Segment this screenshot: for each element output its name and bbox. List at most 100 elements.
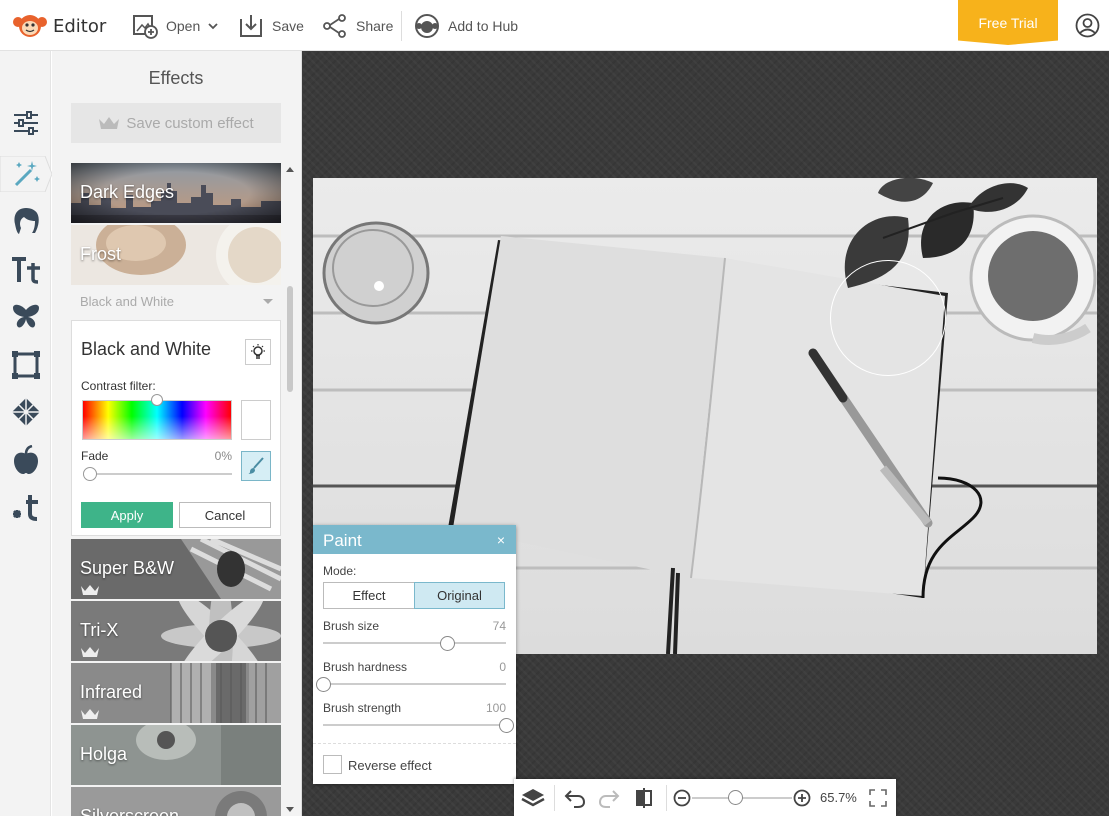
paint-brush-button[interactable] (241, 451, 271, 481)
effect-thumb-label: Infrared (80, 682, 143, 702)
effects-panel: Effects Save custom effect Dark Edges Fr… (52, 51, 302, 816)
brush-strength-value: 100 (485, 701, 506, 715)
toolbar-divider (401, 11, 402, 41)
effect-thumb-dark-edges[interactable]: Dark Edges (71, 163, 281, 223)
lightbulb-icon (251, 344, 265, 359)
category-label: Black and White (80, 294, 174, 309)
reverse-effect-label[interactable]: Reverse effect (348, 758, 432, 773)
brush-hardness-track[interactable] (323, 683, 506, 685)
reverse-effect-checkbox[interactable] (323, 755, 342, 774)
toolbar-divider (666, 785, 667, 811)
crown-icon (99, 117, 120, 129)
effect-thumb-label: Tri-X (80, 620, 119, 640)
paint-panel-title: Paint (323, 531, 362, 550)
paint-panel-header[interactable]: Paint × (313, 525, 516, 554)
fade-slider-track[interactable] (86, 473, 232, 475)
frame-icon (12, 351, 40, 379)
save-button[interactable]: Save (238, 12, 304, 40)
toolbar-divider (554, 785, 555, 811)
zoom-level: 65.7% (820, 790, 857, 805)
effect-thumb-label: Holga (80, 744, 128, 764)
scroll-thumb[interactable] (287, 286, 293, 392)
effect-thumb-infrared[interactable]: Infrared (71, 663, 281, 723)
rail-textures[interactable] (10, 396, 42, 428)
brush-size-handle[interactable] (440, 636, 456, 651)
chevron-down-icon (208, 23, 218, 30)
rail-touch-up[interactable] (10, 205, 42, 237)
zoom-slider-handle[interactable] (728, 790, 743, 805)
redo-button[interactable] (597, 786, 621, 810)
brush-strength-track[interactable] (323, 724, 506, 726)
undo-button[interactable] (563, 786, 587, 810)
rail-adjustments[interactable] (10, 107, 42, 139)
add-to-hub-button[interactable]: Add to Hub (414, 12, 518, 40)
bottom-toolbar: 65.7% (514, 779, 896, 816)
compare-button[interactable] (632, 786, 656, 810)
paintbrush-icon (248, 457, 264, 474)
share-button[interactable]: Share (322, 12, 393, 40)
apply-button[interactable]: Apply (81, 502, 173, 528)
premium-crown-icon (81, 647, 99, 657)
account-icon[interactable] (1075, 13, 1100, 38)
contrast-color-swatch[interactable] (241, 400, 271, 440)
effects-scrollbar[interactable] (285, 163, 295, 816)
effect-info-button[interactable] (245, 339, 271, 365)
effect-thumb-label: Silverscreen (80, 806, 180, 816)
effect-thumb-label: Frost (80, 244, 122, 264)
textures-icon (12, 398, 40, 426)
fade-slider-handle[interactable] (83, 467, 97, 481)
brush-size-track[interactable] (323, 642, 506, 644)
contrast-color-spectrum[interactable] (82, 400, 232, 440)
save-custom-effect-button[interactable]: Save custom effect (71, 103, 281, 143)
effect-thumb-tri-x[interactable]: Tri-X (71, 601, 281, 661)
effect-thumb-frost[interactable]: Frost (71, 225, 281, 285)
tool-rail (0, 51, 52, 816)
layers-button[interactable] (521, 786, 545, 810)
active-effect-title: Black and White (81, 339, 212, 359)
paint-panel: Paint × Mode: Effect Original Brush size… (313, 525, 516, 784)
rail-graphics[interactable] (10, 301, 42, 333)
rail-text[interactable] (10, 254, 42, 286)
contrast-color-handle[interactable] (151, 394, 163, 406)
zoom-out-icon (673, 789, 691, 807)
rail-effects[interactable] (10, 157, 42, 189)
paint-divider (313, 743, 516, 744)
open-image-icon (133, 15, 158, 39)
zoom-out-button[interactable] (670, 786, 694, 810)
brush-strength-handle[interactable] (499, 718, 514, 733)
rail-seasonal[interactable] (10, 444, 42, 476)
add-to-hub-label: Add to Hub (448, 18, 519, 34)
free-trial-button[interactable]: Free Trial (958, 0, 1058, 45)
save-custom-effect-label: Save custom effect (126, 114, 254, 132)
cancel-button[interactable]: Cancel (179, 502, 271, 528)
effect-thumb-label: Super B&W (80, 558, 175, 578)
fade-value: 0% (214, 449, 232, 463)
active-effect-card: Black and White Contrast filter: Fade 0% (71, 320, 281, 536)
seasonal-apple-icon (14, 445, 38, 474)
premium-crown-icon (81, 709, 99, 719)
fullscreen-icon (869, 789, 887, 807)
rail-frames[interactable] (10, 349, 42, 381)
rail-themes[interactable] (10, 491, 42, 523)
monkey-logo-icon[interactable] (12, 13, 48, 39)
share-icon (323, 14, 346, 38)
open-button[interactable]: Open (132, 12, 218, 40)
brush-size-value: 74 (492, 619, 506, 633)
top-bar: Editor Open Save Share Add to Hub Free T… (0, 0, 1109, 51)
effect-list: Dark Edges Frost Black and White Black a… (71, 163, 281, 816)
category-dropdown[interactable]: Black and White (80, 294, 275, 309)
scroll-down-arrow-icon[interactable] (286, 807, 294, 812)
save-download-icon (240, 15, 262, 37)
scroll-up-arrow-icon[interactable] (286, 167, 294, 172)
chevron-down-icon (263, 299, 273, 304)
undo-icon (564, 790, 586, 808)
effect-thumb-super-bw[interactable]: Super B&W (71, 539, 281, 599)
fullscreen-button[interactable] (866, 786, 890, 810)
mode-original-button[interactable]: Original (414, 582, 505, 609)
close-icon[interactable]: × (497, 532, 505, 548)
brush-hardness-handle[interactable] (316, 677, 331, 692)
mode-effect-button[interactable]: Effect (323, 582, 415, 609)
zoom-in-button[interactable] (790, 786, 814, 810)
effect-thumb-silverscreen[interactable]: Silverscreen (71, 787, 281, 816)
effect-thumb-holga[interactable]: Holga (71, 725, 281, 785)
